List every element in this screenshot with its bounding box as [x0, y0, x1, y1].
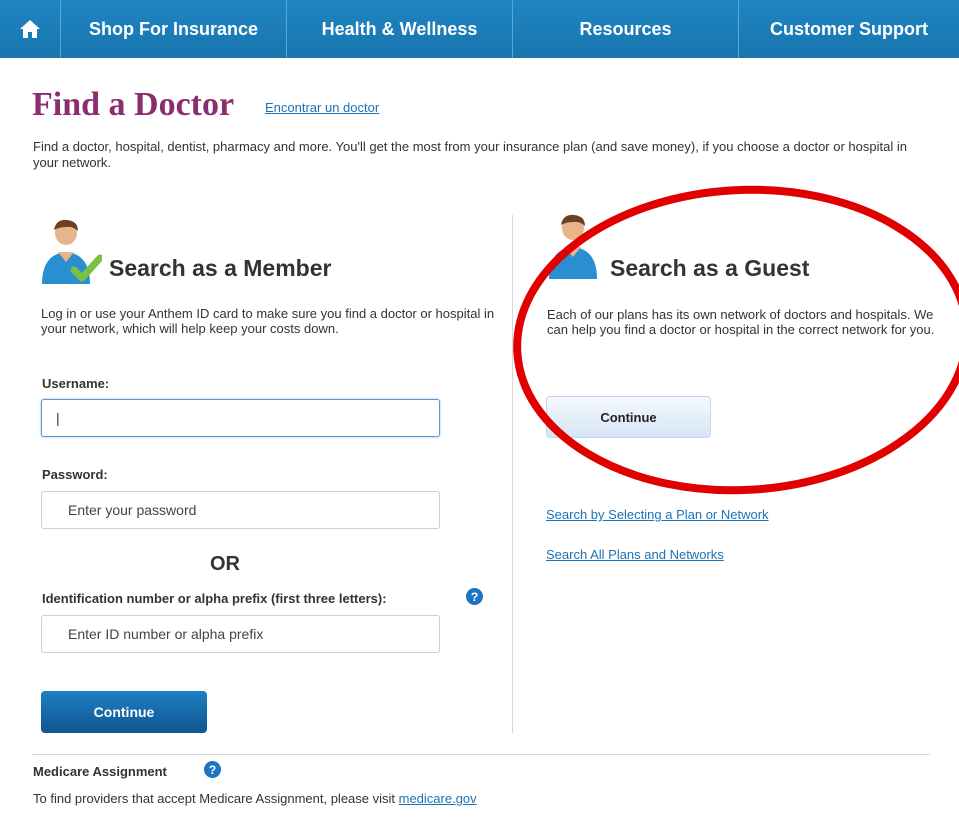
- nav-customer-support[interactable]: Customer Support: [739, 0, 959, 58]
- nav-health-wellness[interactable]: Health & Wellness: [287, 0, 513, 58]
- or-separator: OR: [210, 553, 240, 575]
- nav-item-label: Health & Wellness: [321, 18, 478, 39]
- intro-text: Find a doctor, hospital, dentist, pharma…: [33, 139, 907, 170]
- home-icon: [20, 20, 40, 38]
- nav-item-label: Shop For Insurance: [88, 18, 259, 39]
- footer-divider: [32, 754, 930, 755]
- password-input[interactable]: [41, 491, 440, 529]
- column-divider: [512, 215, 513, 733]
- medicare-text-body: To find providers that accept Medicare A…: [33, 791, 399, 806]
- nav-item-label: Resources: [579, 18, 672, 39]
- medicare-text: To find providers that accept Medicare A…: [33, 791, 477, 806]
- guest-avatar-icon: [549, 214, 597, 279]
- medicare-gov-link[interactable]: medicare.gov: [399, 791, 477, 806]
- search-by-plan-link[interactable]: Search by Selecting a Plan or Network: [546, 507, 769, 522]
- search-all-plans-link[interactable]: Search All Plans and Networks: [546, 547, 724, 562]
- nav-shop-for-insurance[interactable]: Shop For Insurance: [61, 0, 287, 58]
- top-nav: Shop For Insurance Health & Wellness Res…: [0, 0, 959, 58]
- nav-item-label: Customer Support: [769, 18, 928, 39]
- id-number-label: Identification number or alpha prefix (f…: [42, 591, 387, 606]
- medicare-title: Medicare Assignment: [33, 764, 167, 779]
- nav-home[interactable]: [0, 0, 61, 58]
- guest-continue-button[interactable]: Continue: [546, 396, 711, 438]
- member-description: Log in or use your Anthem ID card to mak…: [41, 306, 495, 336]
- help-icon[interactable]: ?: [204, 761, 221, 778]
- help-icon[interactable]: ?: [466, 588, 483, 605]
- username-label: Username:: [42, 376, 110, 391]
- guest-section-title: Search as a Guest: [610, 255, 810, 281]
- member-section-title: Search as a Member: [109, 255, 332, 281]
- page-title: Find a Doctor: [32, 86, 235, 123]
- spanish-link[interactable]: Encontrar un doctor: [265, 100, 379, 115]
- id-number-input[interactable]: [41, 615, 440, 653]
- password-label: Password:: [42, 467, 108, 482]
- nav-resources[interactable]: Resources: [513, 0, 739, 58]
- guest-description: Each of our plans has its own network of…: [547, 307, 935, 337]
- member-continue-button[interactable]: Continue: [41, 691, 207, 733]
- username-input[interactable]: [41, 399, 440, 437]
- member-avatar-check-icon: [42, 219, 102, 284]
